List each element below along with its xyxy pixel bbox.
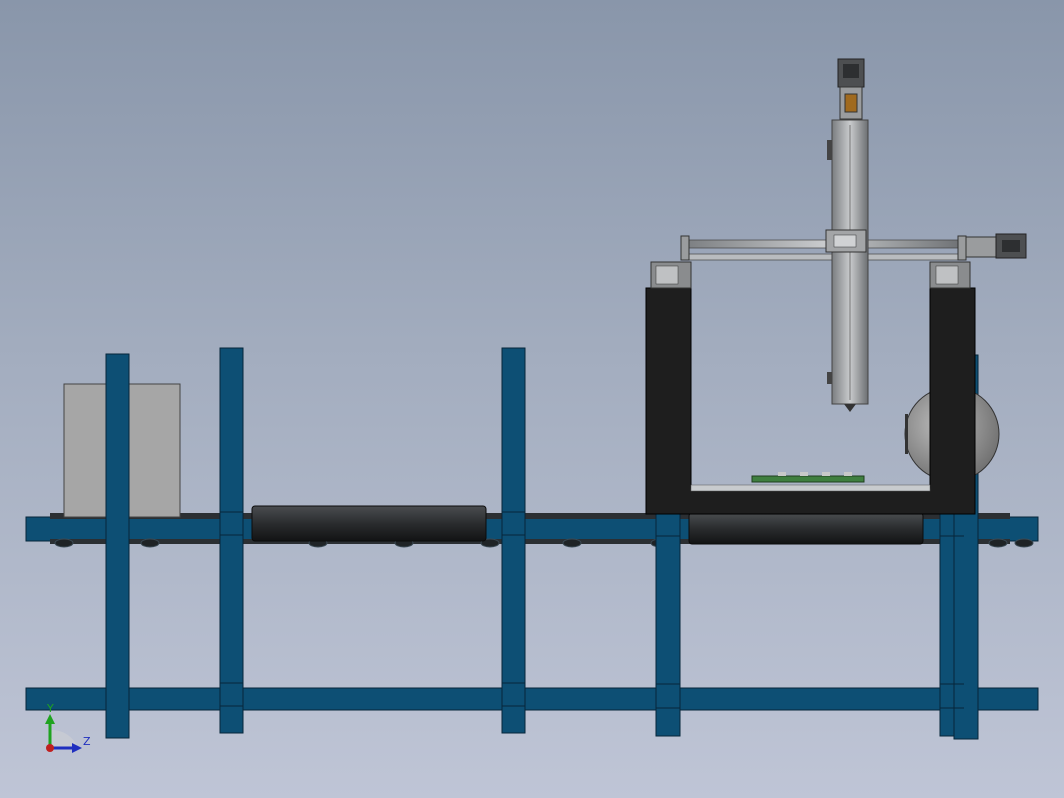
cad-viewport: Y Z — [25, 58, 1039, 753]
enclosure-floor-plate — [690, 484, 931, 492]
triad-y-label: Y — [46, 702, 54, 715]
triad-z-label: Z — [83, 735, 91, 748]
lower-horizontal-beam — [25, 687, 1039, 711]
post-1 — [105, 353, 130, 739]
post-4 — [655, 513, 681, 737]
post-3 — [501, 347, 526, 734]
roller-left — [251, 505, 487, 542]
z-axis-module — [825, 58, 869, 412]
post-2 — [219, 347, 244, 734]
pcb-board — [751, 472, 865, 483]
roller-right — [688, 512, 924, 545]
gantry-supports — [650, 261, 971, 289]
